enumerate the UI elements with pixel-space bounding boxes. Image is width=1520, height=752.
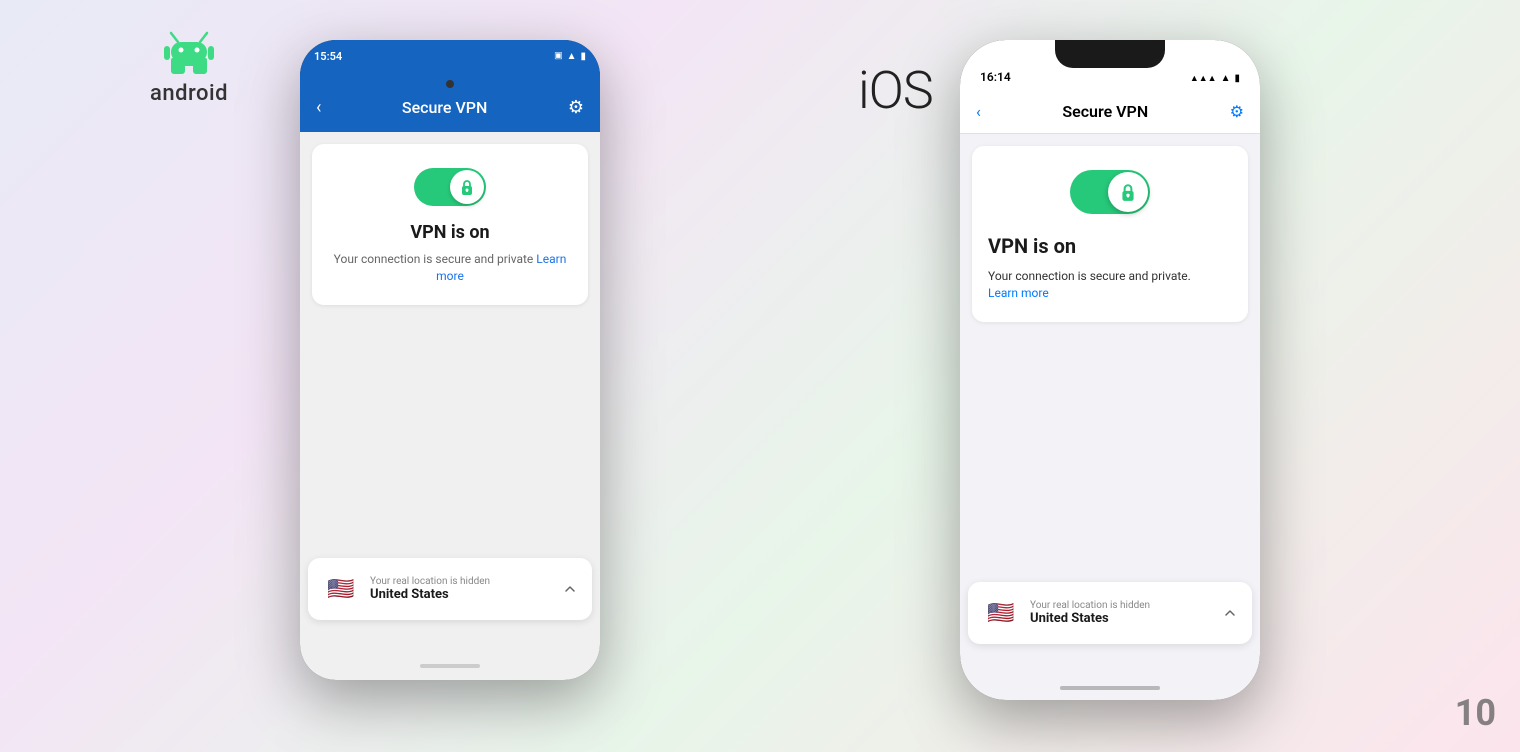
ios-battery-icon: ▮ (1234, 73, 1240, 84)
android-vpn-card: VPN is on Your connection is secure and … (312, 144, 588, 305)
ios-vpn-subtitle: Your connection is secure and private. L… (988, 268, 1232, 302)
android-camera-dot (446, 80, 454, 88)
android-settings-icon[interactable]: ⚙ (568, 97, 584, 118)
ios-back-button[interactable]: ‹ (976, 102, 981, 121)
ios-vpn-title: VPN is on (988, 234, 1232, 258)
android-status-time: 15:54 (314, 50, 342, 63)
ios-chevron-up-icon (1222, 605, 1238, 621)
ios-label: iOS (858, 60, 933, 121)
android-back-button[interactable]: ‹ (316, 97, 321, 118)
android-data-icon: ▣ (554, 51, 563, 61)
ios-flag: 🇺🇸 (982, 594, 1020, 632)
android-location-left: 🇺🇸 Your real location is hidden United S… (322, 570, 490, 608)
android-chevron-up-icon (562, 581, 578, 597)
watermark-text: 10 (1455, 692, 1496, 734)
ios-location-text: Your real location is hidden United Stat… (1030, 600, 1150, 626)
android-status-bar: 15:54 ▣ ▲ ▮ (300, 40, 600, 72)
lock-icon (460, 179, 474, 196)
android-toggle-thumb (450, 170, 484, 204)
ios-location-left: 🇺🇸 Your real location is hidden United S… (982, 594, 1150, 632)
android-location-country: United States (370, 587, 490, 602)
ios-top-bar-title: Secure VPN (1062, 102, 1148, 121)
android-platform-text: android (150, 81, 228, 106)
ios-notch (1055, 40, 1165, 68)
ios-status-bar: 16:14 ▲▲▲ ▲ ▮ (960, 40, 1260, 90)
android-location-text: Your real location is hidden United Stat… (370, 576, 490, 602)
ios-status-time: 16:14 (980, 70, 1011, 84)
android-flag: 🇺🇸 (322, 570, 360, 608)
android-vpn-toggle[interactable] (414, 168, 486, 206)
ios-vpn-card: VPN is on Your connection is secure and … (972, 146, 1248, 322)
android-screen: VPN is on Your connection is secure and … (300, 132, 600, 652)
android-phone: 15:54 ▣ ▲ ▮ ‹ Secure VPN ⚙ (300, 40, 600, 680)
ios-location-hidden: Your real location is hidden (1030, 600, 1150, 611)
ios-location-panel[interactable]: 🇺🇸 Your real location is hidden United S… (968, 582, 1252, 644)
android-wifi-icon: ▲ (567, 51, 577, 62)
android-location-hidden: Your real location is hidden (370, 576, 490, 587)
android-vpn-title: VPN is on (410, 222, 489, 243)
ios-platform-text: iOS (858, 60, 933, 121)
ios-signal-icon: ▲▲▲ (1190, 73, 1217, 84)
android-bottom-bar (300, 652, 600, 680)
android-home-indicator (420, 664, 480, 668)
android-top-bar: ‹ Secure VPN ⚙ (300, 82, 600, 132)
android-camera-area (300, 72, 600, 82)
ios-wifi-icon: ▲ (1221, 73, 1231, 84)
ios-learn-more-link[interactable]: Learn more (988, 286, 1049, 300)
ios-vpn-toggle[interactable] (1070, 170, 1150, 214)
ios-home-indicator (1060, 686, 1160, 690)
ios-toggle-wrapper[interactable] (988, 170, 1232, 214)
ios-settings-icon[interactable]: ⚙ (1230, 102, 1244, 121)
ios-lock-icon (1120, 183, 1136, 202)
android-label: android (150, 30, 228, 106)
android-toggle-container[interactable] (414, 168, 486, 206)
ios-screen: VPN is on Your connection is secure and … (960, 134, 1260, 676)
android-icon (159, 30, 219, 75)
ios-status-icons: ▲▲▲ ▲ ▮ (1190, 73, 1240, 84)
android-battery-icon: ▮ (580, 51, 586, 62)
android-vpn-subtitle: Your connection is secure and private Le… (328, 251, 572, 285)
ios-location-country: United States (1030, 611, 1150, 626)
ios-top-bar: ‹ Secure VPN ⚙ (960, 90, 1260, 134)
android-location-panel[interactable]: 🇺🇸 Your real location is hidden United S… (308, 558, 592, 620)
android-status-icons: ▣ ▲ ▮ (554, 51, 586, 62)
ios-toggle-thumb (1108, 172, 1148, 212)
android-top-bar-title: Secure VPN (402, 98, 487, 117)
ios-bottom-bar (960, 676, 1260, 700)
ios-phone: 16:14 ▲▲▲ ▲ ▮ ‹ Secure VPN ⚙ (960, 40, 1260, 700)
